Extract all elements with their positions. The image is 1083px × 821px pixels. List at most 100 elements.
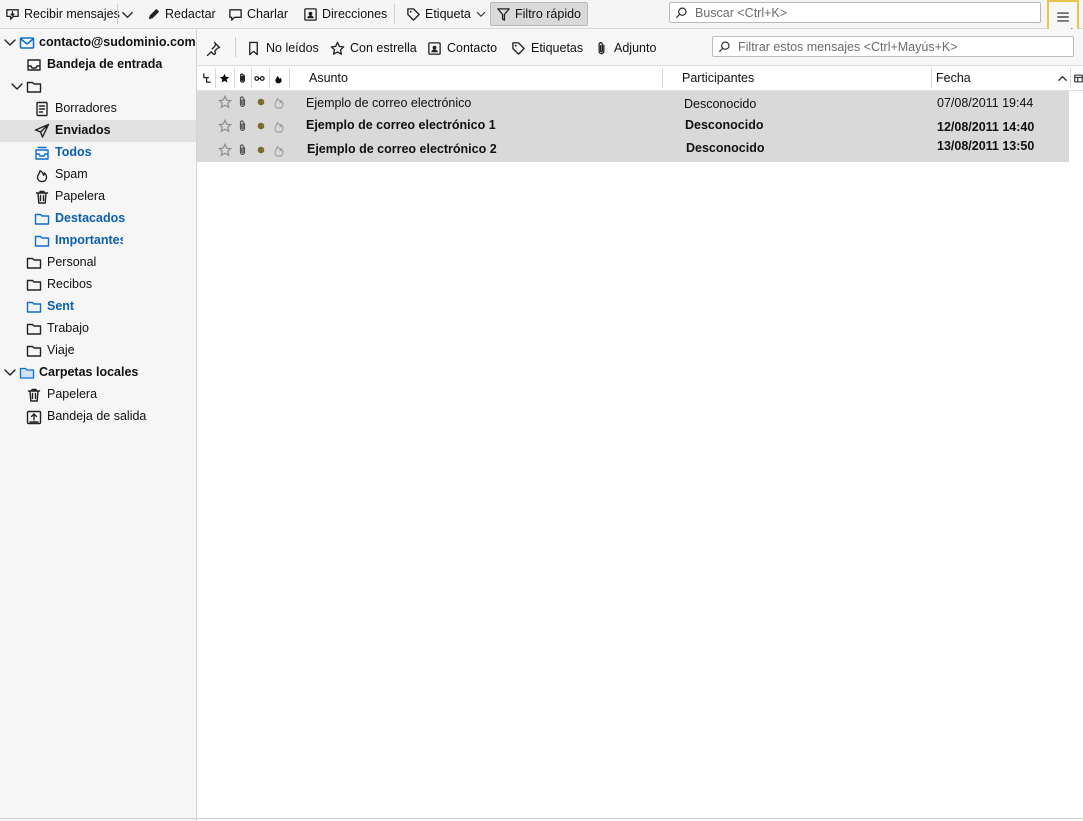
flame-icon xyxy=(275,75,282,83)
column-divider xyxy=(251,68,252,88)
column-divider xyxy=(931,68,932,88)
outbox-icon xyxy=(26,410,42,425)
archive-mail-icon xyxy=(35,146,49,160)
download-mail-icon xyxy=(6,8,19,20)
folder-icon xyxy=(26,279,42,291)
folder-work-label: Trabajo xyxy=(47,321,89,335)
date-column[interactable]: Fecha xyxy=(936,66,971,90)
message-participants: Desconocido xyxy=(686,141,765,155)
chat-button[interactable]: Charlar xyxy=(228,3,288,25)
folder-account[interactable]: contacto@sudominio.com xyxy=(0,32,196,54)
message-filter-input[interactable] xyxy=(736,38,1073,55)
status-bar-border xyxy=(0,818,1083,819)
write-button[interactable]: Redactar xyxy=(146,3,216,25)
quick-filter-button[interactable]: Filtro rápido xyxy=(490,2,588,26)
folder-spam[interactable]: Spam xyxy=(0,164,196,186)
inbox-icon xyxy=(27,59,41,71)
filter-unread-label: No leídos xyxy=(266,41,319,55)
sort-ascending-icon xyxy=(1057,66,1068,90)
address-book-icon xyxy=(304,7,317,21)
trash-icon xyxy=(35,190,49,204)
message-date: 07/08/2011 19:44 xyxy=(937,96,1034,110)
tag-icon xyxy=(512,41,525,55)
thread-column-header: Asunto Participantes Fecha xyxy=(197,66,1083,91)
star-icon[interactable] xyxy=(218,119,232,133)
folder-travel[interactable]: Viaje xyxy=(0,340,196,362)
tag-button[interactable]: Etiqueta xyxy=(406,3,487,25)
attachment-column[interactable] xyxy=(237,66,248,90)
flame-icon[interactable] xyxy=(272,119,286,134)
message-list-scrollbar[interactable] xyxy=(1077,66,1083,766)
global-search-box[interactable] xyxy=(669,2,1041,23)
hamburger-menu-icon xyxy=(1057,11,1069,22)
message-subject: Ejemplo de correo electrónico 1 xyxy=(306,118,496,132)
glasses-icon xyxy=(254,75,265,81)
folder-local-trash[interactable]: Papelera xyxy=(0,384,196,406)
quick-filter-bar: No leídos Con estrella Contacto Etiqueta… xyxy=(197,29,1083,66)
get-messages-label: Recibir mensajes xyxy=(24,7,120,21)
folder-inbox-label: Bandeja de entrada xyxy=(47,57,163,71)
read-dot-icon[interactable] xyxy=(257,122,265,130)
folder-important[interactable]: Importantes xyxy=(0,230,196,252)
paperclip-icon xyxy=(240,73,245,83)
filter-attachment-button[interactable]: Adjunto xyxy=(594,39,656,57)
folder-all[interactable]: Todos xyxy=(0,142,196,164)
address-book-button[interactable]: Direcciones xyxy=(303,3,387,25)
folder-spam-label: Spam xyxy=(55,167,88,181)
main-toolbar: Recibir mensajes Redactar Charlar Direcc… xyxy=(0,0,1083,29)
filter-starred-button[interactable]: Con estrella xyxy=(330,39,417,57)
table-row[interactable]: Ejemplo de correo electrónico 1 Desconoc… xyxy=(197,113,1069,135)
filter-contact-button[interactable]: Contacto xyxy=(427,39,497,57)
folder-receipts[interactable]: Recibos xyxy=(0,274,196,296)
flame-icon[interactable] xyxy=(272,143,286,158)
junk-status-column[interactable] xyxy=(273,66,284,90)
folder-trash[interactable]: Papelera xyxy=(0,186,196,208)
flame-icon[interactable] xyxy=(272,95,286,110)
star-icon[interactable] xyxy=(218,143,232,157)
filter-tags-button[interactable]: Etiquetas xyxy=(511,39,583,57)
starred-column[interactable] xyxy=(219,66,230,90)
filter-contact-label: Contacto xyxy=(447,41,498,55)
read-status-column[interactable] xyxy=(254,66,265,90)
paperclip-icon xyxy=(239,144,246,156)
folder-sent-en[interactable]: Sent xyxy=(0,296,196,318)
read-dot-icon[interactable] xyxy=(257,98,265,106)
filter-tags-label: Etiquetas xyxy=(531,41,584,55)
star-icon[interactable] xyxy=(218,95,232,109)
get-messages-button[interactable]: Recibir mensajes xyxy=(5,3,120,25)
sticky-filter-button[interactable] xyxy=(206,39,221,57)
folder-sent[interactable]: Enviados xyxy=(0,120,196,142)
filter-separator xyxy=(235,37,236,57)
folder-personal-label: Personal xyxy=(47,255,97,269)
folder-personal[interactable]: Personal xyxy=(0,252,196,274)
participants-column[interactable]: Participantes xyxy=(682,66,754,90)
folder-starred[interactable]: Destacados xyxy=(0,208,196,230)
folder-sent-label: Enviados xyxy=(55,123,111,137)
folder-icon xyxy=(26,323,42,335)
thread-icon xyxy=(203,72,211,83)
folder-local-folders[interactable]: Carpetas locales xyxy=(0,362,196,384)
chat-label: Charlar xyxy=(247,7,288,21)
table-row[interactable]: Ejemplo de correo electrónico Desconocid… xyxy=(197,91,1069,113)
folder-icon xyxy=(26,81,42,93)
folder-unnamed[interactable] xyxy=(0,76,196,98)
local-folder-icon xyxy=(19,367,35,379)
folder-icon xyxy=(34,235,50,247)
message-date: 13/08/2011 13:50 xyxy=(937,139,1035,153)
folder-outbox[interactable]: Bandeja de salida xyxy=(0,406,196,428)
subject-column[interactable]: Asunto xyxy=(309,66,348,90)
global-search-input[interactable] xyxy=(693,4,1040,21)
folder-inbox[interactable]: Bandeja de entrada xyxy=(0,54,196,76)
folder-drafts[interactable]: Borradores xyxy=(0,98,196,120)
message-filter-box[interactable] xyxy=(712,36,1074,57)
thread-column[interactable] xyxy=(202,66,213,90)
search-icon xyxy=(719,41,730,52)
read-dot-icon[interactable] xyxy=(257,146,265,154)
filter-unread-button[interactable]: No leídos xyxy=(246,39,319,57)
paperclip-icon xyxy=(239,96,246,108)
get-messages-dropdown[interactable] xyxy=(120,3,135,25)
folder-all-label: Todos xyxy=(55,145,92,159)
folder-work[interactable]: Trabajo xyxy=(0,318,196,340)
table-row[interactable]: Ejemplo de correo electrónico 2 Desconoc… xyxy=(197,135,1069,162)
write-label: Redactar xyxy=(165,7,216,21)
